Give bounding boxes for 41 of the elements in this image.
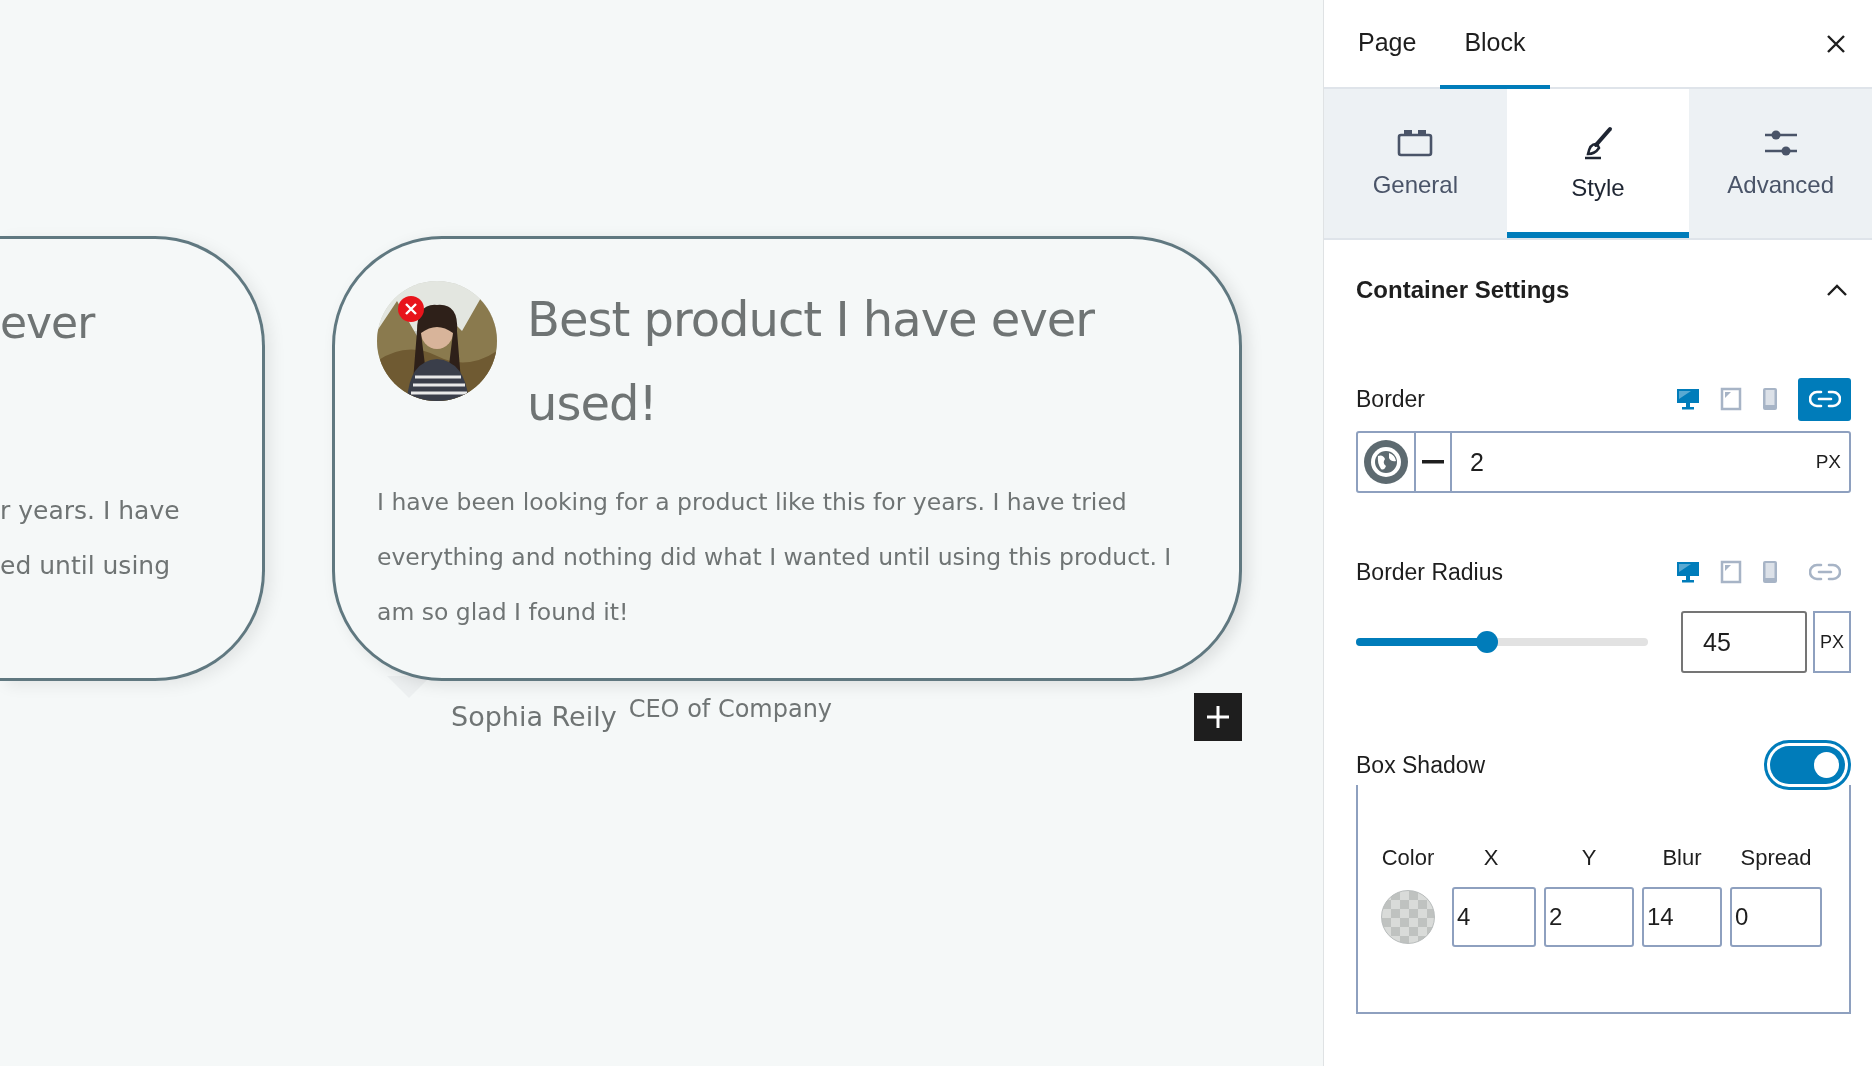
column-label: X [1482, 845, 1500, 871]
shadow-value-field[interactable]: 14 [1642, 887, 1722, 947]
sidebar-tab[interactable]: Page [1334, 0, 1441, 89]
field-label: Border Radius [1356, 558, 1504, 586]
column-label: Blur [1661, 845, 1703, 871]
panel-tab[interactable]: General [1324, 89, 1507, 238]
link-values-button[interactable] [1798, 377, 1851, 421]
unit-label: PX [1815, 451, 1842, 473]
toolbox-icon[interactable] [1397, 128, 1434, 157]
desktop-icon[interactable] [1676, 388, 1700, 410]
column-label: Y [1580, 845, 1598, 871]
globe-icon[interactable] [1362, 438, 1410, 486]
testimonial-title: Best product I have ever used! [527, 290, 1096, 433]
author-role: CEO of Company [628, 695, 833, 723]
column-label: Spread [1739, 845, 1813, 871]
add-block-button[interactable] [1194, 693, 1242, 741]
unit-button[interactable]: PX [1813, 611, 1851, 673]
testimonial-text: r years. I have [0, 495, 181, 527]
desktop-icon[interactable] [1676, 561, 1700, 583]
border-style-icon[interactable] [1422, 460, 1444, 464]
remove-icon[interactable] [397, 295, 425, 323]
shadow-value-field[interactable]: 2 [1544, 887, 1634, 947]
toggle-switch[interactable] [1764, 740, 1851, 790]
brush-icon[interactable] [1582, 125, 1614, 160]
field-label: Border [1356, 385, 1426, 413]
chevron-up-icon[interactable] [1826, 283, 1848, 297]
color-swatch[interactable] [1381, 890, 1435, 944]
testimonial-text: I have been looking for a product like this for years. I have tried everything and nothing did what I wanted until using this product. I am so glad I found it! [377, 487, 1173, 628]
testimonial-text: ed until using [0, 550, 172, 582]
radius-field[interactable]: 45 [1681, 611, 1807, 673]
panel-tab[interactable]: Advanced [1689, 89, 1872, 238]
field-label: Box Shadow [1356, 751, 1486, 779]
column-label: Color [1380, 845, 1436, 871]
author-name: Sophia Reily [451, 701, 617, 732]
shadow-value-field[interactable]: 4 [1452, 887, 1536, 947]
section-title: Container Settings [1356, 276, 1570, 304]
sliders-icon[interactable] [1762, 128, 1799, 157]
shadow-value-field[interactable]: 0 [1730, 887, 1822, 947]
testimonial-title: ever [0, 297, 97, 350]
slider-thumb[interactable] [1476, 631, 1499, 653]
border-width-field[interactable]: 2 [1452, 447, 1816, 477]
